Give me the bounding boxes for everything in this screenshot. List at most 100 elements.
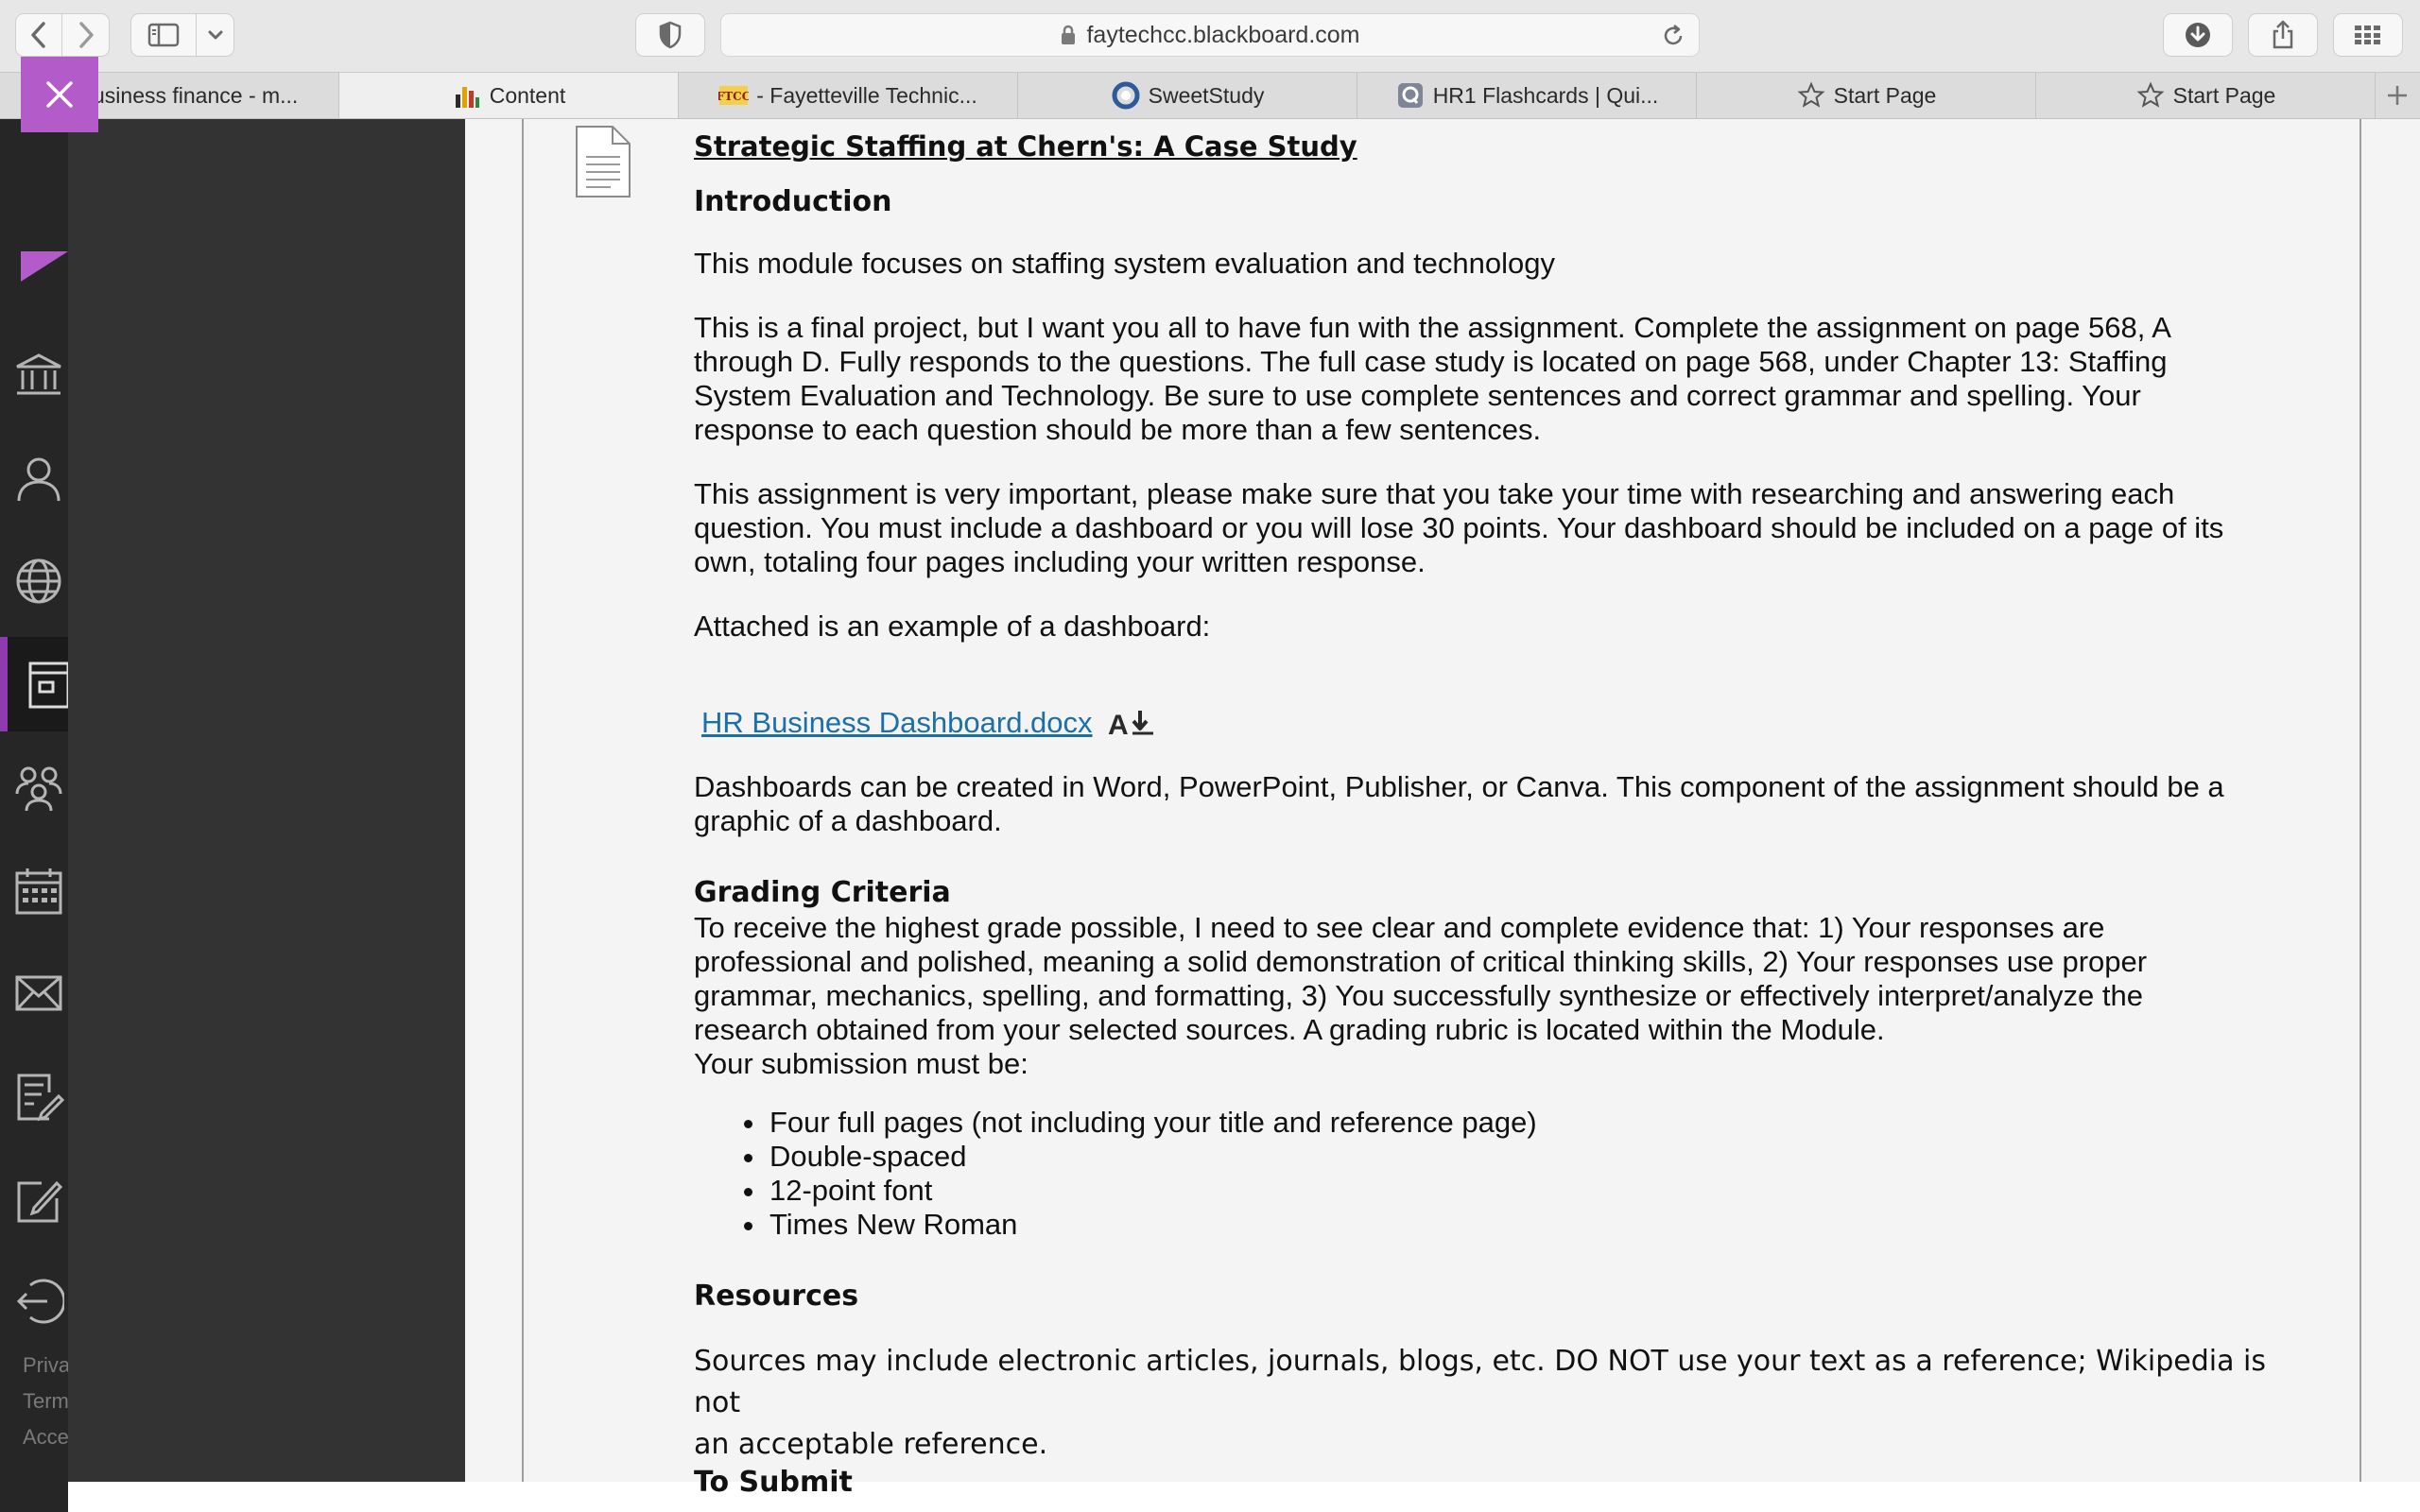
star-icon (2135, 80, 2166, 111)
tab-bar: Business finance - m... Content FTCC - F… (0, 72, 2420, 119)
browser-toolbar: faytechcc.blackboard.com (0, 0, 2420, 72)
ftcc-logo-icon: FTCC (718, 80, 749, 111)
paragraph-module-focus: This module focuses on staffing system e… (694, 247, 1556, 280)
text-line: To receive the highest grade possible, I… (694, 911, 2105, 944)
paragraph-attached-example: Attached is an example of a dashboard: (694, 610, 1211, 643)
paragraph-final-project: This is a final project, but I want you … (694, 311, 2291, 447)
list-item: 12-point font (768, 1174, 2291, 1208)
lock-icon (1062, 25, 1076, 44)
sweetstudy-icon (1111, 80, 1141, 111)
quizlet-icon (1395, 80, 1426, 111)
accessibility-download-icon[interactable]: A (1108, 709, 1155, 737)
to-submit-heading: To Submit (694, 1466, 853, 1499)
back-button[interactable] (15, 13, 62, 57)
tab-start-page-1[interactable]: Start Page (1697, 73, 2036, 118)
resources-heading: Resources (694, 1280, 859, 1313)
text-line: This assignment is very important, pleas… (694, 477, 2175, 510)
close-nav-button[interactable] (21, 57, 98, 132)
tab-label: Start Page (1833, 82, 1937, 108)
text-line: question. You must include a dashboard o… (694, 511, 2224, 544)
text-line: an acceptable reference. (694, 1428, 1048, 1461)
attachment-row: HR Business Dashboard.docx A (701, 706, 2291, 740)
attachment-link[interactable]: HR Business Dashboard.docx (701, 706, 1093, 740)
institution-icon[interactable] (13, 348, 68, 403)
accessibility-link[interactable]: Accessibility (23, 1419, 68, 1455)
close-flag-tail (21, 251, 68, 282)
tab-fayetteville[interactable]: FTCC - Fayetteville Technic... (679, 73, 1018, 118)
tab-sweetstudy[interactable]: SweetStudy (1018, 73, 1357, 118)
share-button[interactable] (2248, 13, 2318, 57)
star-icon (1796, 80, 1826, 111)
text-line: professional and polished, meaning a sol… (694, 945, 2148, 978)
tools-icon[interactable] (13, 1174, 68, 1228)
requirements-list: Four full pages (not including your titl… (768, 1106, 2291, 1242)
sidebar-toggle-button[interactable] (130, 13, 197, 57)
introduction-heading: Introduction (694, 185, 892, 218)
list-item: Times New Roman (768, 1208, 2291, 1242)
bar-chart-icon (452, 80, 482, 111)
tab-label: Content (489, 82, 566, 108)
tab-label: HR1 Flashcards | Qui... (1432, 82, 1659, 108)
chevron-left-icon (31, 22, 45, 48)
calendar-icon[interactable] (13, 864, 68, 919)
text-line: through D. Fully responds to the questio… (694, 345, 2168, 378)
sign-out-icon[interactable] (13, 1274, 68, 1329)
new-tab-button[interactable] (2376, 73, 2419, 118)
plus-icon (2388, 86, 2407, 105)
text-line: own, totaling four pages including your … (694, 545, 1426, 578)
privacy-report-button[interactable] (635, 13, 705, 57)
url-text: faytechcc.blackboard.com (1086, 21, 1360, 48)
profile-icon[interactable] (13, 452, 68, 507)
nav-panel (68, 119, 465, 1482)
text-line: System Evaluation and Technology. Be sur… (694, 379, 2141, 412)
assignment-content: Strategic Staffing at Chern's: A Case St… (694, 130, 2291, 1499)
address-bar[interactable]: faytechcc.blackboard.com (720, 13, 1700, 57)
paragraph-resources: Sources may include electronic articles,… (694, 1341, 2291, 1466)
forward-button[interactable] (62, 13, 110, 57)
text-line: research obtained from your selected sou… (694, 1013, 1885, 1046)
list-item: Double-spaced (768, 1140, 2291, 1174)
svg-text:FTCC: FTCC (718, 90, 749, 103)
shield-icon (659, 21, 682, 49)
grades-icon[interactable] (13, 1070, 68, 1125)
text-line: Dashboards can be created in Word, Power… (694, 770, 2224, 803)
reload-icon[interactable] (1661, 24, 1685, 48)
nav-icon-rail: Privacy Terms Accessibility (0, 119, 70, 1512)
tab-hr1-flashcards[interactable]: HR1 Flashcards | Qui... (1357, 73, 1697, 118)
text-line: Sources may include electronic articles,… (694, 1345, 2266, 1419)
tab-label: Business finance - m... (78, 82, 299, 108)
paragraph-grading: To receive the highest grade possible, I… (694, 911, 2291, 1081)
tab-content[interactable]: Content (339, 73, 679, 118)
sidebar-dropdown-button[interactable] (197, 13, 234, 57)
grading-criteria-heading: Grading Criteria (694, 876, 951, 909)
text-line: grammar, mechanics, spelling, and format… (694, 979, 2143, 1012)
assignment-title-link[interactable]: Strategic Staffing at Chern's: A Case St… (694, 130, 2291, 174)
tab-label: SweetStudy (1148, 82, 1265, 108)
chevron-down-icon (208, 30, 222, 40)
messages-icon[interactable] (13, 966, 68, 1021)
nav-active-indicator (0, 637, 8, 731)
close-icon (46, 81, 73, 108)
text-line: graphic of a dashboard. (694, 804, 1002, 837)
tab-label: - Fayetteville Technic... (756, 82, 977, 108)
text-line: response to each question should be more… (694, 413, 1542, 446)
text-line: Your submission must be: (694, 1047, 1028, 1080)
nav-footer-links: Privacy Terms Accessibility (23, 1348, 68, 1455)
paragraph-important: This assignment is very important, pleas… (694, 477, 2291, 579)
tab-label: Start Page (2172, 82, 2276, 108)
document-icon (573, 123, 633, 205)
groups-icon[interactable] (13, 760, 68, 815)
sidebar-icon (147, 23, 180, 47)
privacy-link[interactable]: Privacy (23, 1348, 68, 1383)
globe-icon[interactable] (13, 554, 68, 609)
downloads-button[interactable] (2163, 13, 2233, 57)
terms-link[interactable]: Terms (23, 1383, 68, 1419)
list-item: Four full pages (not including your titl… (768, 1106, 2291, 1140)
tab-start-page-2[interactable]: Start Page (2036, 73, 2376, 118)
svg-text:A: A (1108, 710, 1129, 737)
paragraph-dashboards: Dashboards can be created in Word, Power… (694, 770, 2291, 838)
download-icon (2186, 23, 2210, 47)
chevron-right-icon (78, 22, 94, 48)
tab-overview-button[interactable] (2333, 13, 2403, 57)
grid-icon (2355, 26, 2380, 44)
